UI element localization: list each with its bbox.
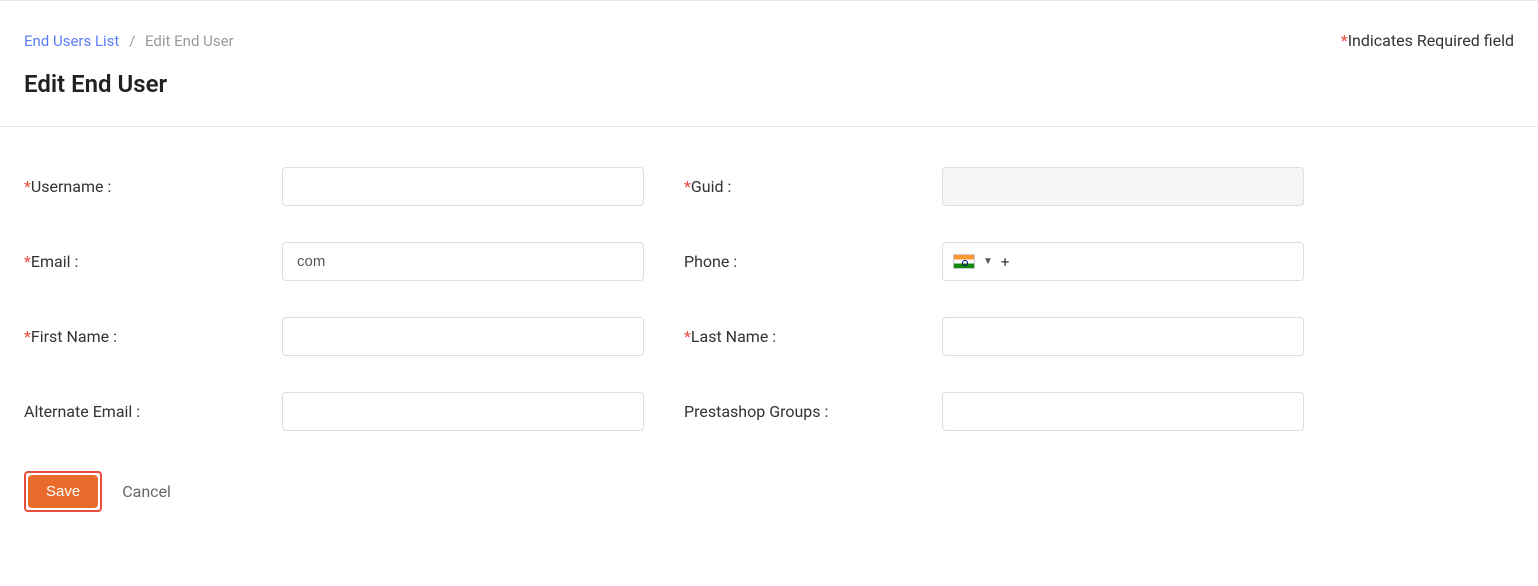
field-phone: Phone : ▼ + [684,242,1304,281]
breadcrumb-current: Edit End User [145,32,234,50]
field-username: *Username : [24,167,644,206]
chevron-down-icon[interactable]: ▼ [983,256,993,267]
label-last-name: *Last Name : [684,327,942,346]
breadcrumb: End Users List / Edit End User [24,32,234,50]
edit-user-form: *Username : *Guid : *Email : Phone : ▼ +… [0,127,1538,451]
guid-input [942,167,1304,206]
field-alt-email: Alternate Email : [24,392,644,431]
required-star: * [1341,31,1348,50]
breadcrumb-separator: / [123,32,141,50]
label-prestashop: Prestashop Groups : [684,402,942,421]
label-phone: Phone : [684,252,942,271]
field-first-name: *First Name : [24,317,644,356]
required-text: Indicates Required field [1348,31,1514,50]
save-button[interactable]: Save [28,475,98,508]
last-name-input[interactable] [942,317,1304,356]
field-last-name: *Last Name : [684,317,1304,356]
save-button-highlight: Save [24,471,102,512]
page-title: Edit End User [0,50,1538,126]
field-prestashop-groups: Prestashop Groups : [684,392,1304,431]
label-username: *Username : [24,177,282,196]
username-input[interactable] [282,167,644,206]
alt-email-input[interactable] [282,392,644,431]
first-name-input[interactable] [282,317,644,356]
label-guid: *Guid : [684,177,942,196]
field-email: *Email : [24,242,644,281]
breadcrumb-parent-link[interactable]: End Users List [24,32,119,50]
label-alt-email: Alternate Email : [24,402,282,421]
prestashop-groups-input[interactable] [942,392,1304,431]
label-email: *Email : [24,252,282,271]
email-input[interactable] [282,242,644,281]
india-flag-icon [953,254,975,269]
phone-input-wrap[interactable]: ▼ + [942,242,1304,281]
field-guid: *Guid : [684,167,1304,206]
required-indicator-note: *Indicates Required field [1341,31,1514,50]
cancel-button[interactable]: Cancel [122,482,171,501]
header-row: End Users List / Edit End User *Indicate… [0,1,1538,50]
phone-input[interactable] [1017,249,1293,274]
label-first-name: *First Name : [24,327,282,346]
form-actions: Save Cancel [0,451,1538,540]
phone-prefix: + [1001,253,1010,271]
